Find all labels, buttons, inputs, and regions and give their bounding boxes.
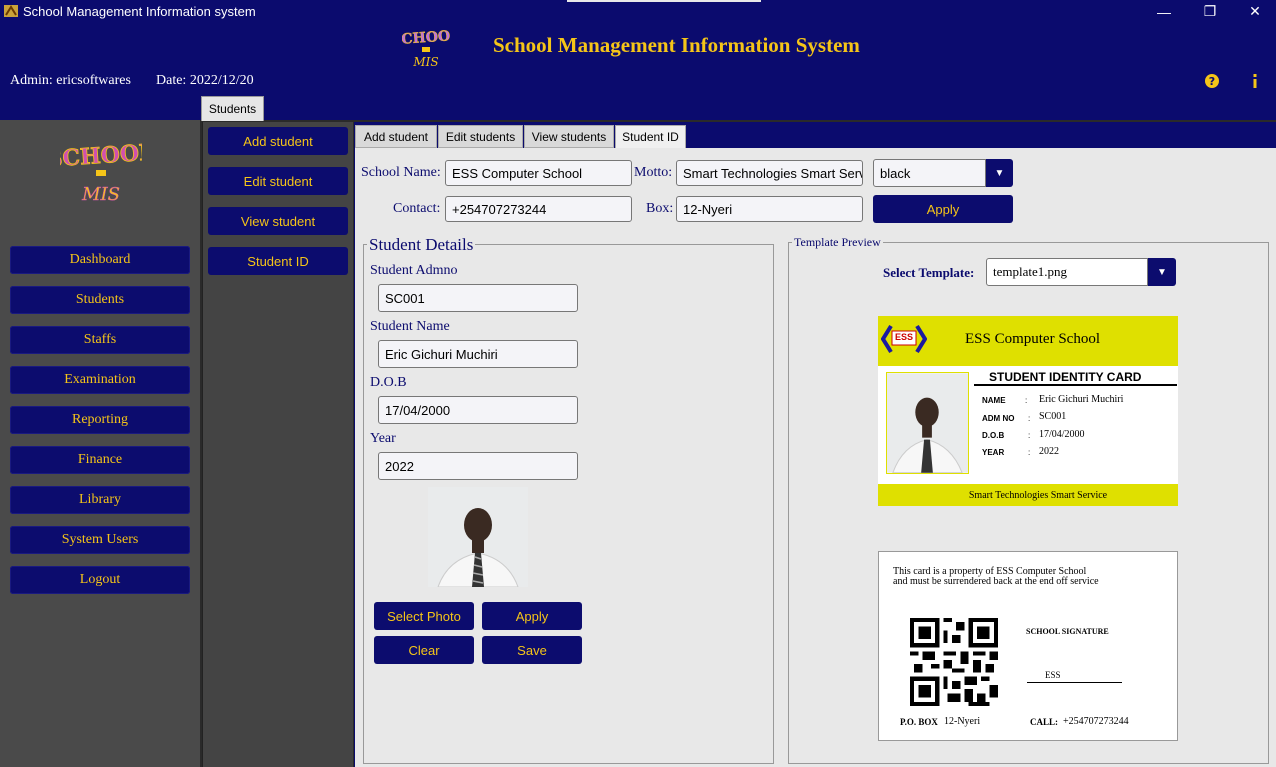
subnav-view-student[interactable]: View student	[208, 207, 348, 235]
student-photo	[428, 487, 528, 587]
sidebar: SCHOOL MIS	[0, 120, 200, 767]
chevron-down-icon[interactable]: ▼	[1148, 258, 1176, 286]
card-notice-line2: and must be surrendered back at the end …	[893, 576, 1099, 587]
select-template-label: Select Template:	[883, 265, 975, 280]
date-label: Date: 2022/12/20	[156, 73, 254, 88]
tab-add-student[interactable]: Add student	[355, 125, 437, 148]
help-icon[interactable]: ?	[1203, 72, 1221, 90]
school-name-input[interactable]: ESS Computer School	[445, 160, 632, 186]
card-signature-label: SCHOOL SIGNATURE	[1026, 627, 1109, 636]
card-name-label: NAME	[982, 396, 1006, 405]
card-year-label: YEAR	[982, 448, 1005, 457]
tab-students[interactable]: Students	[201, 96, 264, 121]
student-details-legend: Student Details	[367, 235, 476, 255]
card-motto: Smart Technologies Smart Service	[968, 490, 1108, 501]
admno-input[interactable]: SC001	[378, 284, 578, 312]
student-name-input[interactable]: Eric Gichuri Muchiri	[378, 340, 578, 368]
card-colon: :	[1028, 414, 1031, 423]
motto-input[interactable]: Smart Technologies Smart Service	[676, 160, 863, 186]
contact-label: Contact:	[393, 201, 441, 216]
card-admno-value: SC001	[1039, 411, 1067, 422]
school-apply-button[interactable]: Apply	[873, 195, 1013, 223]
dob-input[interactable]: 17/04/2000	[378, 396, 578, 424]
card-colon: :	[1025, 396, 1028, 405]
sidebar-item-examination[interactable]: Examination	[10, 366, 190, 394]
ess-logo-text: ESS	[894, 332, 913, 342]
student-name-label: Student Name	[370, 319, 450, 334]
student-apply-button[interactable]: Apply	[482, 602, 582, 630]
subnav-add-student[interactable]: Add student	[208, 127, 348, 155]
svg-text:?: ?	[1209, 75, 1215, 88]
chevron-down-icon[interactable]: ▼	[986, 159, 1013, 187]
qr-code	[910, 618, 998, 706]
tab-student-id[interactable]: Student ID	[615, 125, 686, 149]
save-button[interactable]: Save	[482, 636, 582, 664]
id-card-back: This card is a property of ESS Computer …	[878, 551, 1178, 741]
card-dob-label: D.O.B	[982, 431, 1005, 440]
card-call-value: +254707273244	[1063, 716, 1129, 727]
sidebar-item-reporting[interactable]: Reporting	[10, 406, 190, 434]
contact-input[interactable]: +254707273244	[445, 196, 632, 222]
app-header: SCHOOL MIS School Management Information…	[0, 23, 1276, 96]
motto-label: Motto:	[634, 165, 673, 180]
card-signature-value: ESS	[1045, 670, 1061, 680]
sidebar-item-students[interactable]: Students	[10, 286, 190, 314]
card-title-rule	[974, 384, 1177, 386]
titlebar-highlight	[567, 0, 761, 2]
card-signature-line	[1027, 682, 1122, 683]
tab-edit-students[interactable]: Edit students	[438, 125, 523, 148]
sidebar-logo: SCHOOL MIS	[60, 139, 142, 205]
svg-text:MIS: MIS	[412, 55, 438, 69]
card-box-value: 12-Nyeri	[944, 716, 981, 727]
sidebar-item-finance[interactable]: Finance	[10, 446, 190, 474]
sidebar-item-logout[interactable]: Logout	[10, 566, 190, 594]
box-label: Box:	[646, 201, 674, 216]
subnav-edit-student[interactable]: Edit student	[208, 167, 348, 195]
minimize-button[interactable]: —	[1141, 0, 1187, 23]
select-photo-button[interactable]: Select Photo	[374, 602, 474, 630]
sidebar-item-library[interactable]: Library	[10, 486, 190, 514]
admno-label: Student Admno	[370, 263, 458, 278]
tab-view-students[interactable]: View students	[524, 125, 614, 148]
close-button[interactable]: ✕	[1232, 0, 1276, 23]
card-colon: :	[1028, 448, 1031, 457]
year-input[interactable]: 2022	[378, 452, 578, 480]
color-select[interactable]: black	[873, 159, 986, 187]
card-school-name: ESS Computer School	[965, 331, 1101, 347]
sidebar-item-staffs[interactable]: Staffs	[10, 326, 190, 354]
card-photo	[886, 372, 969, 474]
card-colon: :	[1028, 431, 1031, 440]
sidebar-item-system-users[interactable]: System Users	[10, 526, 190, 554]
school-name-label: School Name:	[361, 165, 441, 180]
admin-label: Admin: ericsoftwares	[10, 73, 131, 88]
card-admno-label: ADM NO	[982, 414, 1015, 423]
template-select[interactable]: template1.png	[986, 258, 1148, 286]
sidebar-item-dashboard[interactable]: Dashboard	[10, 246, 190, 274]
app-icon	[4, 5, 18, 17]
box-input[interactable]: 12-Nyeri	[676, 196, 863, 222]
svg-text:SCHOOL: SCHOOL	[60, 139, 142, 172]
window-titlebar: School Management Information system — ❐…	[0, 0, 1276, 23]
card-box-label: P.O. BOX	[900, 717, 938, 727]
card-year-value: 2022	[1039, 446, 1059, 457]
card-dob-value: 17/04/2000	[1039, 429, 1085, 440]
card-call-label: CALL:	[1030, 717, 1059, 727]
info-icon[interactable]	[1246, 72, 1264, 90]
dob-label: D.O.B	[370, 375, 407, 390]
clear-button[interactable]: Clear	[374, 636, 474, 664]
template-preview-legend: Template Preview	[792, 235, 883, 250]
svg-text:MIS: MIS	[81, 184, 120, 205]
year-label: Year	[370, 431, 396, 446]
school-mis-logo: SCHOOL MIS	[402, 27, 450, 69]
top-tabstrip	[0, 96, 1276, 120]
system-title: School Management Information System	[493, 33, 860, 57]
svg-text:SCHOOL: SCHOOL	[402, 28, 450, 49]
window-title: School Management Information system	[23, 4, 256, 19]
subnav-student-id[interactable]: Student ID	[208, 247, 348, 275]
maximize-button[interactable]: ❐	[1187, 0, 1233, 23]
card-name-value: Eric Gichuri Muchiri	[1039, 394, 1124, 405]
card-title: STUDENT IDENTITY CARD	[989, 370, 1142, 384]
id-card-front: ESS ESS Computer School STUDENT IDENTITY…	[878, 316, 1178, 506]
